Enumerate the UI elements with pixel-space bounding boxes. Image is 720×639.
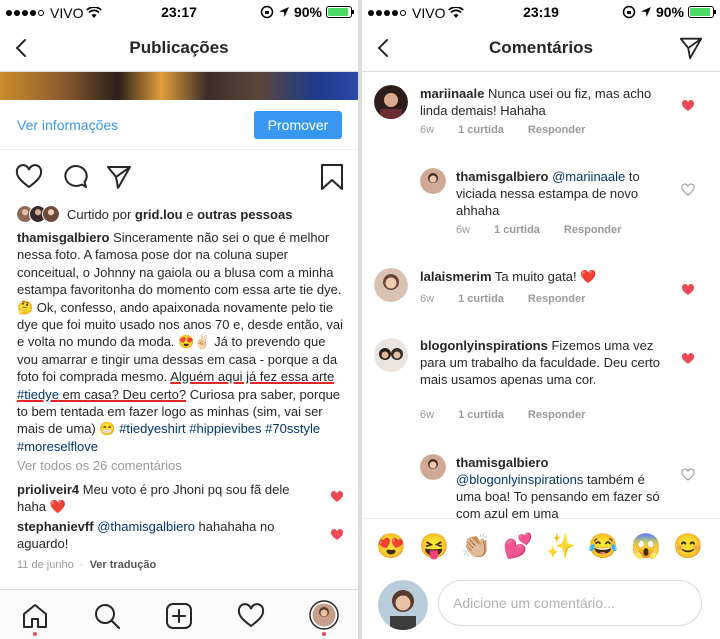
comment-item: prioliveir4 Meu voto é pro Jhoni pq sou … [17, 482, 290, 514]
heart-outline-icon[interactable] [681, 183, 695, 197]
comment-item: mariinaale Nunca usei ou fiz, mas acho l… [420, 86, 652, 118]
comment-username[interactable]: stephanievff [17, 519, 94, 534]
mention-link[interactable]: @mariinaale [548, 169, 625, 184]
location-icon [640, 7, 651, 17]
avatar[interactable] [374, 338, 408, 372]
avatar[interactable] [420, 454, 446, 480]
direct-send-icon[interactable] [678, 35, 704, 61]
bottom-tab-bar [0, 589, 358, 639]
battery-percent: 90% [655, 4, 684, 20]
bookmark-icon[interactable] [318, 163, 346, 191]
comment-meta: 6w 1 curtida Responder [456, 224, 622, 236]
view-insights-link[interactable]: Ver informações [17, 117, 118, 133]
comment-meta: 6w 1 curtida Responder [420, 124, 586, 136]
comment-input[interactable] [438, 580, 702, 626]
battery-icon [326, 6, 354, 18]
view-all-comments-link[interactable]: Ver todos os 26 comentários [17, 458, 182, 473]
comment-item: lalaismerim Ta muito gata! ❤️ [420, 269, 597, 284]
heart-filled-icon[interactable] [681, 283, 695, 297]
page-title: Publicações [129, 38, 229, 57]
heart-filled-icon[interactable] [681, 352, 695, 366]
heart-outline-icon[interactable] [681, 468, 695, 482]
comment-username[interactable]: mariinaale [420, 86, 484, 101]
heart-icon[interactable] [15, 163, 43, 191]
mention-link[interactable]: @blogonlyinspirations [456, 472, 583, 487]
home-icon[interactable] [21, 602, 49, 630]
share-icon[interactable] [105, 163, 133, 191]
emoji-sparkles[interactable]: ✨ [546, 532, 576, 562]
comment-item: blogonlyinspirations Fizemos uma vez par… [420, 338, 660, 387]
rotation-lock-icon [260, 5, 274, 19]
insights-row: Ver informações Promover [0, 100, 358, 150]
reply-link[interactable]: Responder [528, 124, 585, 136]
reply-link[interactable]: Responder [528, 293, 585, 305]
caption-username[interactable]: thamisgalbiero [17, 230, 109, 245]
emoji-scream[interactable]: 😱 [631, 532, 661, 562]
emoji-heart-eyes[interactable]: 😍 [376, 532, 406, 562]
search-icon[interactable] [93, 602, 121, 630]
notification-dot [33, 632, 37, 636]
top-nav: Comentários [362, 24, 720, 72]
hashtag-link[interactable]: #tiedye [17, 387, 59, 402]
comment-composer [362, 574, 720, 639]
heart-filled-icon[interactable] [330, 490, 344, 504]
comment-username[interactable]: lalaismerim [420, 269, 492, 284]
comment-username[interactable]: thamisgalbiero [456, 169, 548, 184]
avatar [378, 580, 428, 630]
comment-username[interactable]: thamisgalbiero [456, 455, 548, 470]
emoji-clap[interactable]: 👏🏼 [461, 532, 491, 562]
reply-link[interactable]: Responder [528, 409, 585, 421]
reply-item: thamisgalbiero @blogonlyinspirations tam… [456, 455, 660, 518]
translate-link[interactable]: Ver tradução [90, 559, 157, 571]
status-bar: VIVO 23:19 90% [362, 0, 720, 24]
likes-count-link[interactable]: 1 curtida [458, 293, 504, 305]
top-nav: Publicações [0, 24, 358, 72]
comment-username[interactable]: blogonlyinspirations [420, 338, 548, 353]
battery-icon [688, 6, 716, 18]
emoji-quick-bar: 😍 😝 👏🏼 💕 ✨ 😂 😱 😊 [362, 518, 720, 574]
likes-count-link[interactable]: 1 curtida [458, 124, 504, 136]
post-meta: 11 de junho · Ver tradução [17, 559, 157, 571]
likes-text: Curtido por grid.lou e outras pessoas [67, 206, 293, 222]
status-bar: VIVO 23:17 90% [0, 0, 358, 24]
reply-item: thamisgalbiero @mariinaale to viciada ne… [456, 169, 640, 218]
likes-count-link[interactable]: 1 curtida [458, 409, 504, 421]
comment-meta: 6w 1 curtida Responder [420, 293, 586, 305]
comment-item: stephanievff @thamisgalbiero hahahaha no… [17, 519, 275, 551]
profile-avatar-icon[interactable] [309, 600, 339, 630]
comments-screen: VIVO 23:19 90% Comentários mariinaale Nu… [362, 0, 720, 639]
location-icon [278, 7, 289, 17]
avatar [42, 205, 60, 223]
avatar[interactable] [374, 268, 408, 302]
emoji-tongue[interactable]: 😝 [419, 532, 449, 562]
comment-meta: 6w 1 curtida Responder [420, 409, 586, 421]
post-caption: thamisgalbiero Sinceramente não sei o qu… [17, 230, 343, 454]
post-actions [0, 150, 358, 200]
battery-percent: 90% [293, 4, 322, 20]
comment-icon[interactable] [61, 163, 89, 191]
emoji-laugh-tears[interactable]: 😂 [588, 532, 618, 562]
notification-dot [322, 632, 326, 636]
rotation-lock-icon [622, 5, 636, 19]
promote-button[interactable]: Promover [254, 111, 342, 139]
page-title: Comentários [489, 38, 593, 57]
emoji-hearts[interactable]: 💕 [503, 532, 533, 562]
avatar[interactable] [420, 168, 446, 194]
comment-username[interactable]: prioliveir4 [17, 482, 79, 497]
post-photo[interactable] [0, 72, 358, 100]
likes-count-link[interactable]: 1 curtida [494, 224, 540, 236]
reply-link[interactable]: Responder [564, 224, 621, 236]
heart-filled-icon[interactable] [330, 528, 344, 542]
emoji-smile[interactable]: 😊 [673, 532, 703, 562]
add-post-icon[interactable] [165, 602, 193, 630]
post-date: 11 de junho [17, 559, 74, 571]
heart-filled-icon[interactable] [681, 99, 695, 113]
likes-summary[interactable]: Curtido por grid.lou e outras pessoas [16, 205, 292, 223]
activity-heart-icon[interactable] [237, 602, 265, 630]
post-screen: VIVO 23:17 90% Publicações Ver informaçõ… [0, 0, 358, 639]
avatar[interactable] [374, 85, 408, 119]
